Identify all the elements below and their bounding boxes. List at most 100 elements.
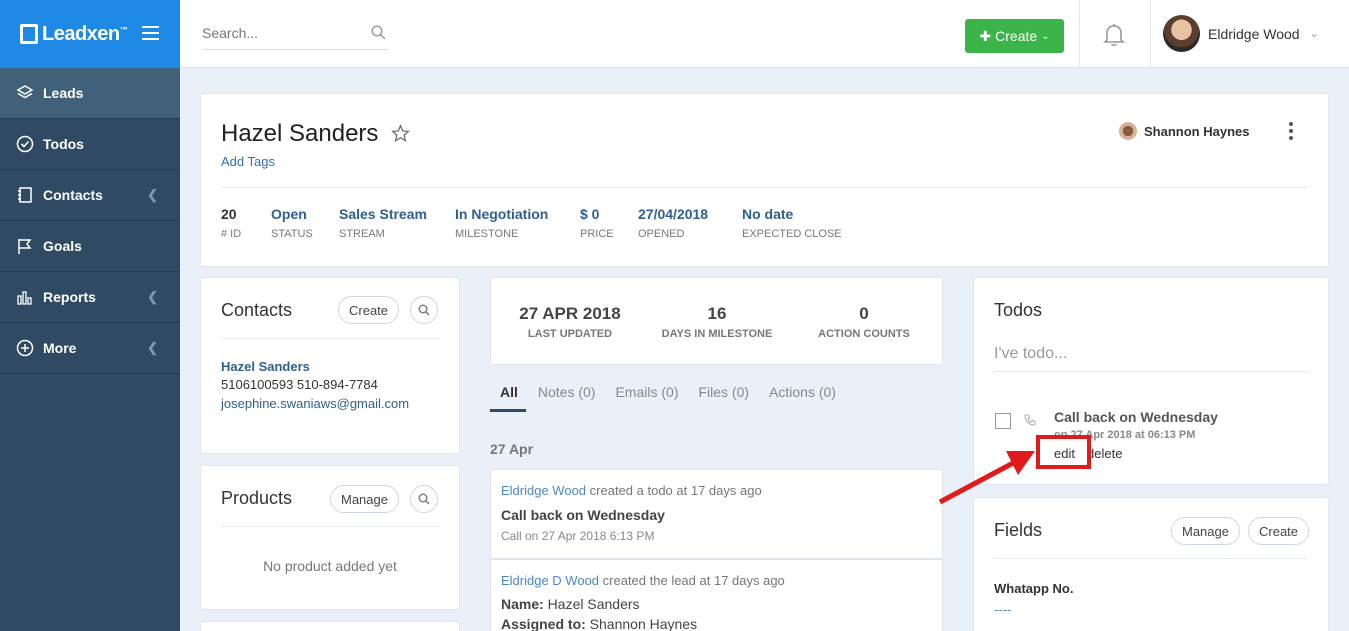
activity-date-heading: 27 Apr [490,441,534,457]
star-icon[interactable] [391,124,410,148]
contact-email[interactable]: josephine.swaniaws@gmail.com [221,396,409,411]
todos-card: Todos Call back on Wednesday on 27 Apr 2… [973,277,1329,485]
activity-item: Eldridge Wood created a todo at 17 days … [490,469,943,559]
field-value[interactable]: ---- [994,602,1011,617]
fields-title: Fields [994,520,1043,540]
stat-stream[interactable]: Sales Stream STREAM [339,206,455,240]
fields-card: Fields Manage Create Whatapp No. ---- [973,497,1329,631]
lead-name: Hazel Sanders [221,120,379,147]
stat-value: Open [271,206,307,222]
todo-delete-link[interactable]: delete [1087,446,1122,461]
activity-item: Eldridge D Wood created the lead at 17 d… [490,559,943,631]
stat-milestone[interactable]: In Negotiation MILESTONE [455,206,580,240]
activity-assigned-line: Assigned to: Shannon Haynes [501,616,697,631]
brand-name[interactable]: Leadxen™ [42,23,128,46]
avatar [1163,15,1200,52]
stat-label: PRICE [580,228,614,240]
sidebar-item-label: Todos [43,136,84,152]
manage-fields-button[interactable]: Manage [1171,517,1240,545]
summary-card: 27 APR 2018 LAST UPDATED 16 DAYS IN MILE… [490,277,943,365]
sidebar-item-contacts[interactable]: Contacts ❮ [0,170,180,221]
next-card [200,621,460,631]
tab-actions[interactable]: Actions (0) [769,384,836,412]
sidebar-item-more[interactable]: More ❮ [0,323,180,374]
flag-icon [16,237,34,255]
chevron-down-icon: ⌄ [1309,28,1319,40]
summary-value: 16 [707,304,727,323]
tab-notes[interactable]: Notes (0) [538,384,596,412]
sidebar-item-todos[interactable]: Todos [0,119,180,170]
summary-value: 0 [859,304,869,323]
divider [221,526,439,527]
stat-label: EXPECTED CLOSE [742,228,842,240]
lead-header-card: Hazel Sanders Add Tags Shannon Haynes 20… [200,93,1329,267]
add-tags-link[interactable]: Add Tags [221,154,275,169]
stat-value: No date [742,206,794,222]
todo-checkbox[interactable] [995,413,1011,429]
chevron-down-icon: ⌄ [1041,30,1050,42]
contact-phones: 5106100593 510-894-7784 [221,377,378,392]
manage-products-button[interactable]: Manage [330,485,399,513]
todo-input[interactable] [994,336,1309,372]
activity-action: created a todo at 17 days ago [586,483,762,498]
summary-action-counts: 0 ACTION COUNTS [789,304,939,340]
activity-actor[interactable]: Eldridge Wood [501,483,586,498]
stat-label: MILESTONE [455,228,519,240]
sidebar-item-label: Reports [43,289,96,305]
sidebar-item-label: Goals [43,238,82,254]
contact-name[interactable]: Hazel Sanders [221,359,310,374]
address-book-icon [16,186,34,204]
more-vertical-icon[interactable] [1289,122,1293,143]
activity-meta: Eldridge Wood created a todo at 17 days … [501,483,762,498]
search-input[interactable] [202,20,362,46]
stat-price[interactable]: $ 0 PRICE [580,206,638,240]
stat-label: OPENED [638,228,685,240]
topbar: ✚ Create ⌄ Eldridge Wood ⌄ [180,0,1349,68]
sidebar-item-goals[interactable]: Goals [0,221,180,272]
summary-value: 27 APR 2018 [519,304,621,323]
search-icon[interactable] [410,296,438,324]
sidebar-item-label: Leads [43,85,84,101]
chevron-left-icon: ❮ [147,187,158,202]
hamburger-menu-icon[interactable] [142,26,159,44]
search-icon[interactable] [410,485,438,513]
contacts-card: Contacts Create Hazel Sanders 5106100593… [200,277,460,454]
activity-actor[interactable]: Eldridge D Wood [501,573,599,588]
sidebar-item-label: More [43,340,77,356]
divider [221,338,439,339]
plus-icon: ✚ [979,27,992,44]
create-button[interactable]: ✚ Create ⌄ [965,19,1064,53]
todo-title: Call back on Wednesday [1054,409,1218,425]
bell-icon[interactable] [1102,22,1126,52]
stat-status[interactable]: Open STATUS [271,206,339,240]
lead-owner[interactable]: Shannon Haynes [1119,122,1249,140]
layers-icon [16,84,34,102]
field-label: Assigned to: [501,616,586,631]
activity-action: created the lead at 17 days ago [599,573,785,588]
search-box [202,20,388,50]
lead-stats: 20 # ID Open STATUS Sales Stream STREAM … [221,206,852,240]
stat-expected-close[interactable]: No date EXPECTED CLOSE [742,206,852,240]
summary-days-in-milestone: 16 DAYS IN MILESTONE [642,304,792,340]
summary-label: DAYS IN MILESTONE [661,328,773,340]
create-contact-button[interactable]: Create [338,296,400,324]
bar-chart-icon [16,288,34,306]
activity-meta: Eldridge D Wood created the lead at 17 d… [501,573,785,588]
tab-all[interactable]: All [490,384,526,412]
owner-name: Shannon Haynes [1144,123,1250,139]
sidebar-item-leads[interactable]: Leads [0,68,180,119]
leadxen-logo-icon [20,24,38,44]
tab-emails[interactable]: Emails (0) [615,384,678,412]
stat-value: Sales Stream [339,206,427,222]
sidebar-item-reports[interactable]: Reports ❮ [0,272,180,323]
create-label: Create [995,28,1038,44]
summary-last-updated: 27 APR 2018 LAST UPDATED [495,304,645,340]
plus-circle-icon [16,339,34,357]
field-label: Whatapp No. [994,581,1074,596]
stat-opened[interactable]: 27/04/2018 OPENED [638,206,742,240]
user-menu[interactable]: Eldridge Wood ⌄ [1163,15,1319,52]
create-field-button[interactable]: Create [1248,517,1310,545]
tab-files[interactable]: Files (0) [698,384,749,412]
search-icon[interactable] [371,25,386,45]
field-label: Name: [501,596,544,612]
